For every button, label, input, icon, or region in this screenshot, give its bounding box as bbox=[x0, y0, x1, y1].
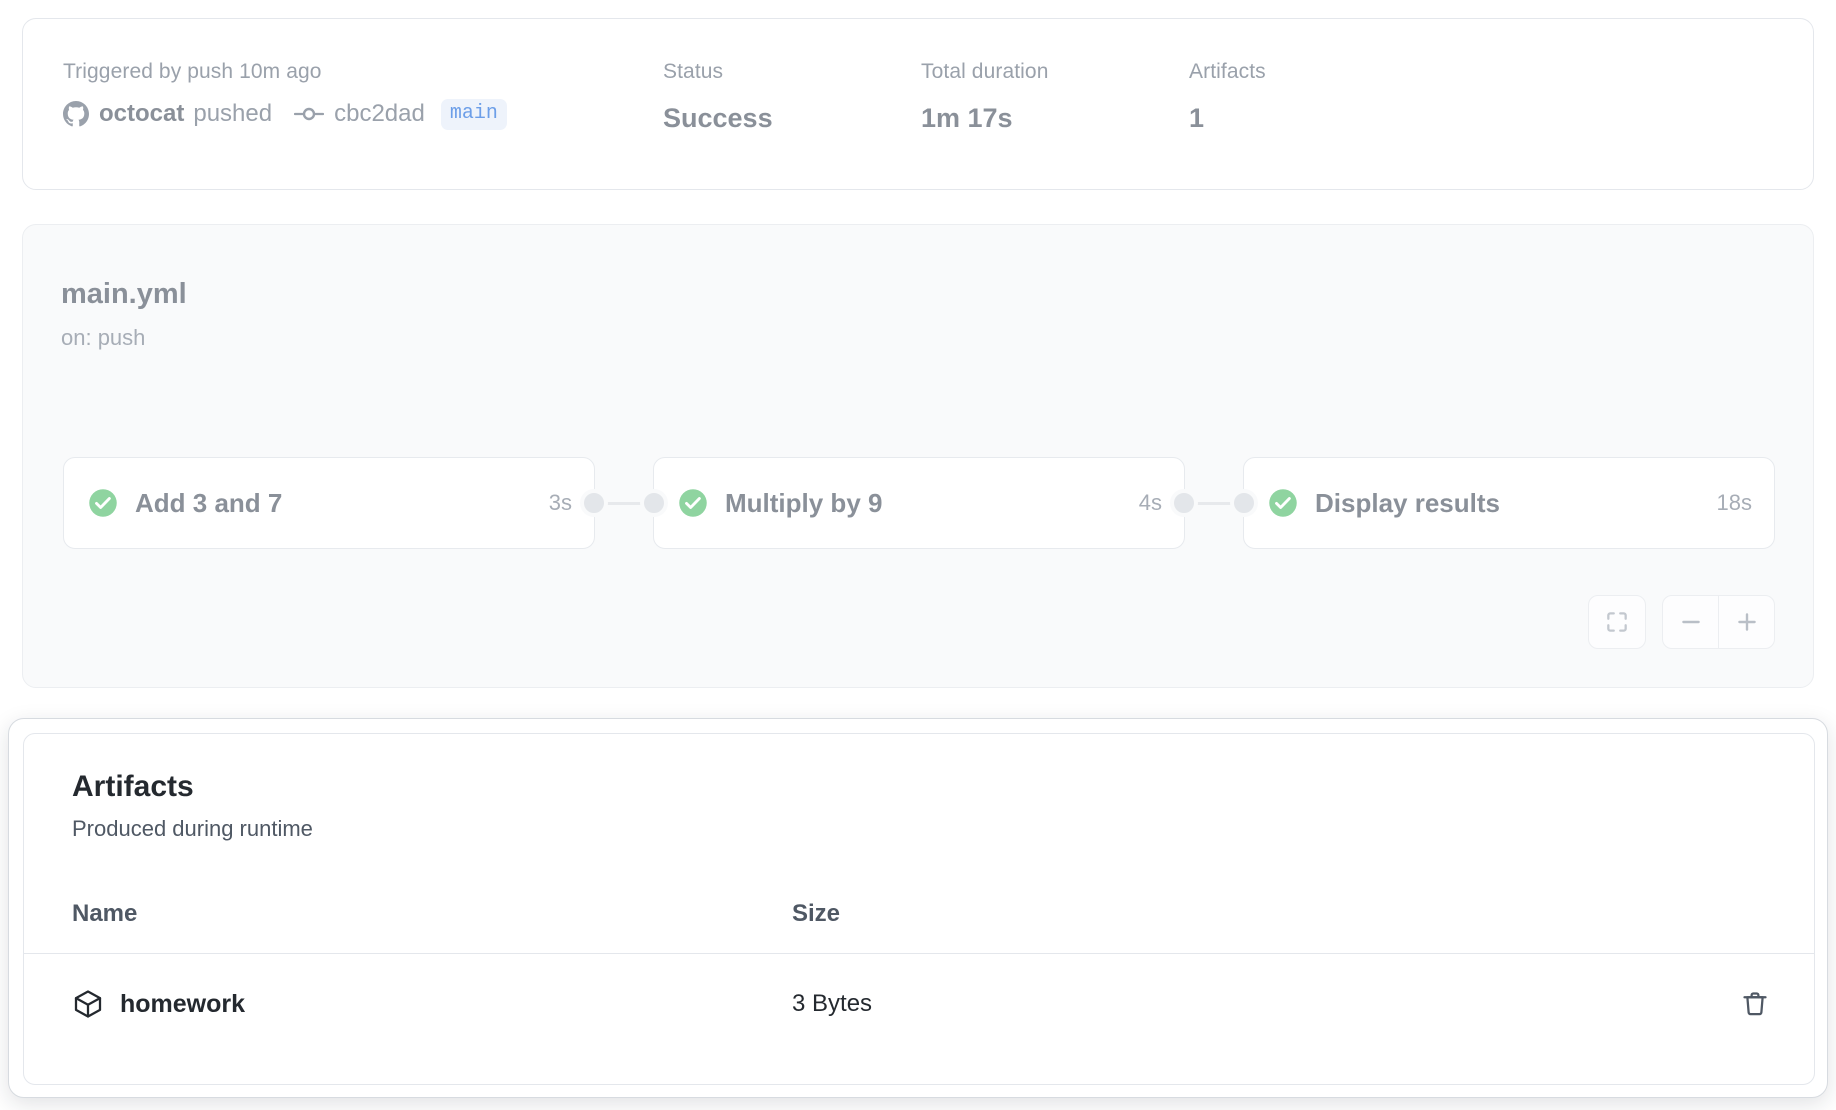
trigger-label: Triggered by push 10m ago bbox=[63, 60, 322, 83]
run-summary-panel: Triggered by push 10m ago octocat pushed… bbox=[22, 18, 1814, 190]
workflow-file-name: main.yml bbox=[61, 278, 187, 310]
job-node[interactable]: Add 3 and 7 3s bbox=[63, 457, 608, 549]
job-name: Add 3 and 7 bbox=[135, 488, 283, 518]
success-check-icon bbox=[1268, 488, 1298, 518]
zoom-button-group bbox=[1662, 595, 1775, 649]
trigger-action: pushed bbox=[193, 100, 273, 127]
fit-to-screen-button[interactable] bbox=[1588, 595, 1646, 649]
status-label: Status bbox=[663, 60, 724, 83]
column-header-name: Name bbox=[72, 899, 138, 927]
graph-zoom-controls bbox=[1588, 595, 1775, 649]
zoom-in-button[interactable] bbox=[1718, 596, 1774, 648]
artifact-name-cell[interactable]: homework bbox=[72, 988, 245, 1020]
node-input-port bbox=[1230, 489, 1258, 517]
actor-name[interactable]: octocat bbox=[99, 99, 184, 129]
node-output-port bbox=[580, 489, 608, 517]
workflow-graph-panel: main.yml on: push Add 3 and 7 3s Multipl… bbox=[22, 224, 1814, 688]
status-column: Status Success bbox=[663, 59, 921, 134]
artifacts-panel: Artifacts Produced during runtime Name S… bbox=[23, 733, 1815, 1085]
duration-label: Total duration bbox=[921, 60, 1049, 83]
artifact-size: 3 Bytes bbox=[792, 990, 873, 1017]
duration-column: Total duration 1m 17s bbox=[921, 59, 1189, 134]
workflow-trigger-event: on: push bbox=[61, 325, 146, 350]
job-name: Display results bbox=[1315, 488, 1500, 518]
success-check-icon bbox=[678, 488, 708, 518]
job-duration: 18s bbox=[1716, 490, 1752, 515]
job-node[interactable]: Display results 18s bbox=[1230, 457, 1775, 549]
trigger-details: octocat pushed cbc2dad main bbox=[63, 97, 663, 131]
artifacts-count-column: Artifacts 1 bbox=[1189, 59, 1389, 134]
node-output-port bbox=[1170, 489, 1198, 517]
artifacts-title: Artifacts bbox=[72, 770, 194, 803]
artifacts-table-header: Name Size bbox=[24, 874, 1814, 954]
artifacts-subtitle: Produced during runtime bbox=[72, 816, 313, 841]
artifact-actions bbox=[1738, 987, 1772, 1021]
artifact-name: homework bbox=[120, 990, 246, 1018]
job-duration: 4s bbox=[1138, 490, 1162, 515]
delete-artifact-button[interactable] bbox=[1738, 987, 1772, 1021]
success-check-icon bbox=[88, 488, 118, 518]
commit-sha[interactable]: cbc2dad bbox=[334, 99, 425, 129]
branch-badge[interactable]: main bbox=[440, 98, 507, 130]
package-icon bbox=[72, 988, 104, 1020]
job-node[interactable]: Multiply by 9 4s bbox=[640, 457, 1198, 549]
commit-icon bbox=[294, 105, 325, 123]
node-input-port bbox=[640, 489, 668, 517]
status-value: Success bbox=[663, 103, 773, 133]
trigger-column: Triggered by push 10m ago octocat pushed… bbox=[63, 59, 663, 131]
artifacts-count-label: Artifacts bbox=[1189, 60, 1266, 83]
job-name: Multiply by 9 bbox=[725, 488, 883, 518]
artifacts-panel-shell: Artifacts Produced during runtime Name S… bbox=[8, 718, 1828, 1098]
job-duration: 3s bbox=[548, 490, 572, 515]
table-row: homework 3 Bytes bbox=[24, 954, 1814, 1054]
job-node-list: Add 3 and 7 3s Multiply by 9 4s Display … bbox=[63, 457, 1775, 549]
duration-value: 1m 17s bbox=[921, 103, 1013, 133]
artifacts-count-value: 1 bbox=[1189, 103, 1205, 133]
github-avatar-icon bbox=[63, 101, 89, 127]
zoom-out-button[interactable] bbox=[1663, 596, 1718, 648]
column-header-size: Size bbox=[792, 899, 841, 927]
